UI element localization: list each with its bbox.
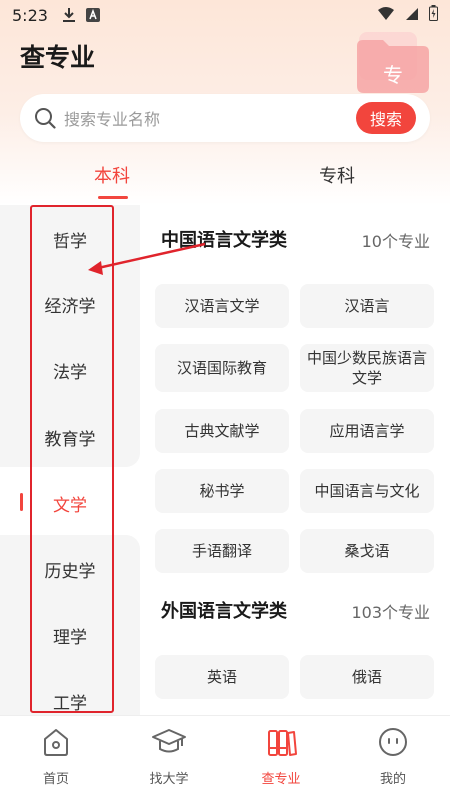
annotation-highlight-box [30, 205, 114, 713]
search-input[interactable]: 搜索专业名称 [64, 106, 356, 130]
folder-glyph: 专 [383, 63, 403, 87]
category-title: 外国语言文学类 [161, 601, 287, 622]
nav-search-major-label: 查专业 [261, 772, 301, 787]
major-chip[interactable]: 秘书学 [155, 469, 289, 513]
major-chip[interactable]: 汉语国际教育 [155, 344, 289, 392]
books-icon [268, 730, 297, 756]
major-chip[interactable]: 古典文献学 [155, 409, 289, 453]
category-count: 103个专业 [351, 603, 430, 622]
major-chip[interactable]: 英语 [155, 655, 289, 699]
nav-find-university-label: 找大学 [149, 772, 189, 787]
major-list: 中国语言文学类 10个专业 汉语言文学 汉语言 汉语国际教育 中国少数民族语言文… [140, 205, 450, 715]
nav-profile[interactable]: 我的 [353, 724, 433, 787]
folder-illustration-icon: 专 [357, 32, 429, 93]
download-icon [62, 7, 76, 23]
status-bar: 5:23 [0, 0, 450, 30]
level-tabs: 本科 专科 [0, 152, 450, 202]
signal-icon [405, 6, 419, 25]
status-time: 5:23 [12, 5, 48, 25]
search-bar[interactable]: 搜索专业名称 搜索 [20, 94, 430, 142]
home-icon [44, 729, 68, 756]
active-tab-indicator [98, 196, 128, 199]
major-chip[interactable]: 桑戈语 [300, 529, 434, 573]
bottom-navigation: 首页 找大学 查专业 我的 [0, 715, 450, 800]
profile-face-icon [379, 728, 407, 756]
page-title: 查专业 [20, 43, 96, 72]
major-chip[interactable]: 汉语言 [300, 284, 434, 328]
battery-icon [429, 5, 438, 25]
major-chip[interactable]: 应用语言学 [300, 409, 434, 453]
major-chip[interactable]: 中国少数民族语言文学 [300, 344, 434, 392]
search-icon [35, 108, 56, 129]
nav-search-major[interactable]: 查专业 [241, 724, 321, 787]
nav-home-label: 首页 [42, 772, 69, 787]
nav-profile-label: 我的 [379, 772, 406, 787]
nav-find-university[interactable]: 找大学 [129, 724, 209, 787]
wifi-icon [377, 6, 395, 25]
major-chip[interactable]: 手语翻译 [155, 529, 289, 573]
app-notification-icon [85, 8, 100, 22]
major-chip[interactable]: 中国语言与文化 [300, 469, 434, 513]
graduation-cap-icon [152, 729, 186, 753]
category-title: 中国语言文学类 [161, 230, 287, 251]
tab-benke[interactable]: 本科 [94, 162, 130, 188]
major-chip[interactable]: 俄语 [300, 655, 434, 699]
search-button[interactable]: 搜索 [355, 102, 416, 134]
category-count: 10个专业 [361, 232, 430, 251]
major-chip[interactable]: 汉语言文学 [155, 284, 289, 328]
tab-zhuanke[interactable]: 专科 [319, 162, 355, 188]
nav-home[interactable]: 首页 [16, 724, 96, 787]
